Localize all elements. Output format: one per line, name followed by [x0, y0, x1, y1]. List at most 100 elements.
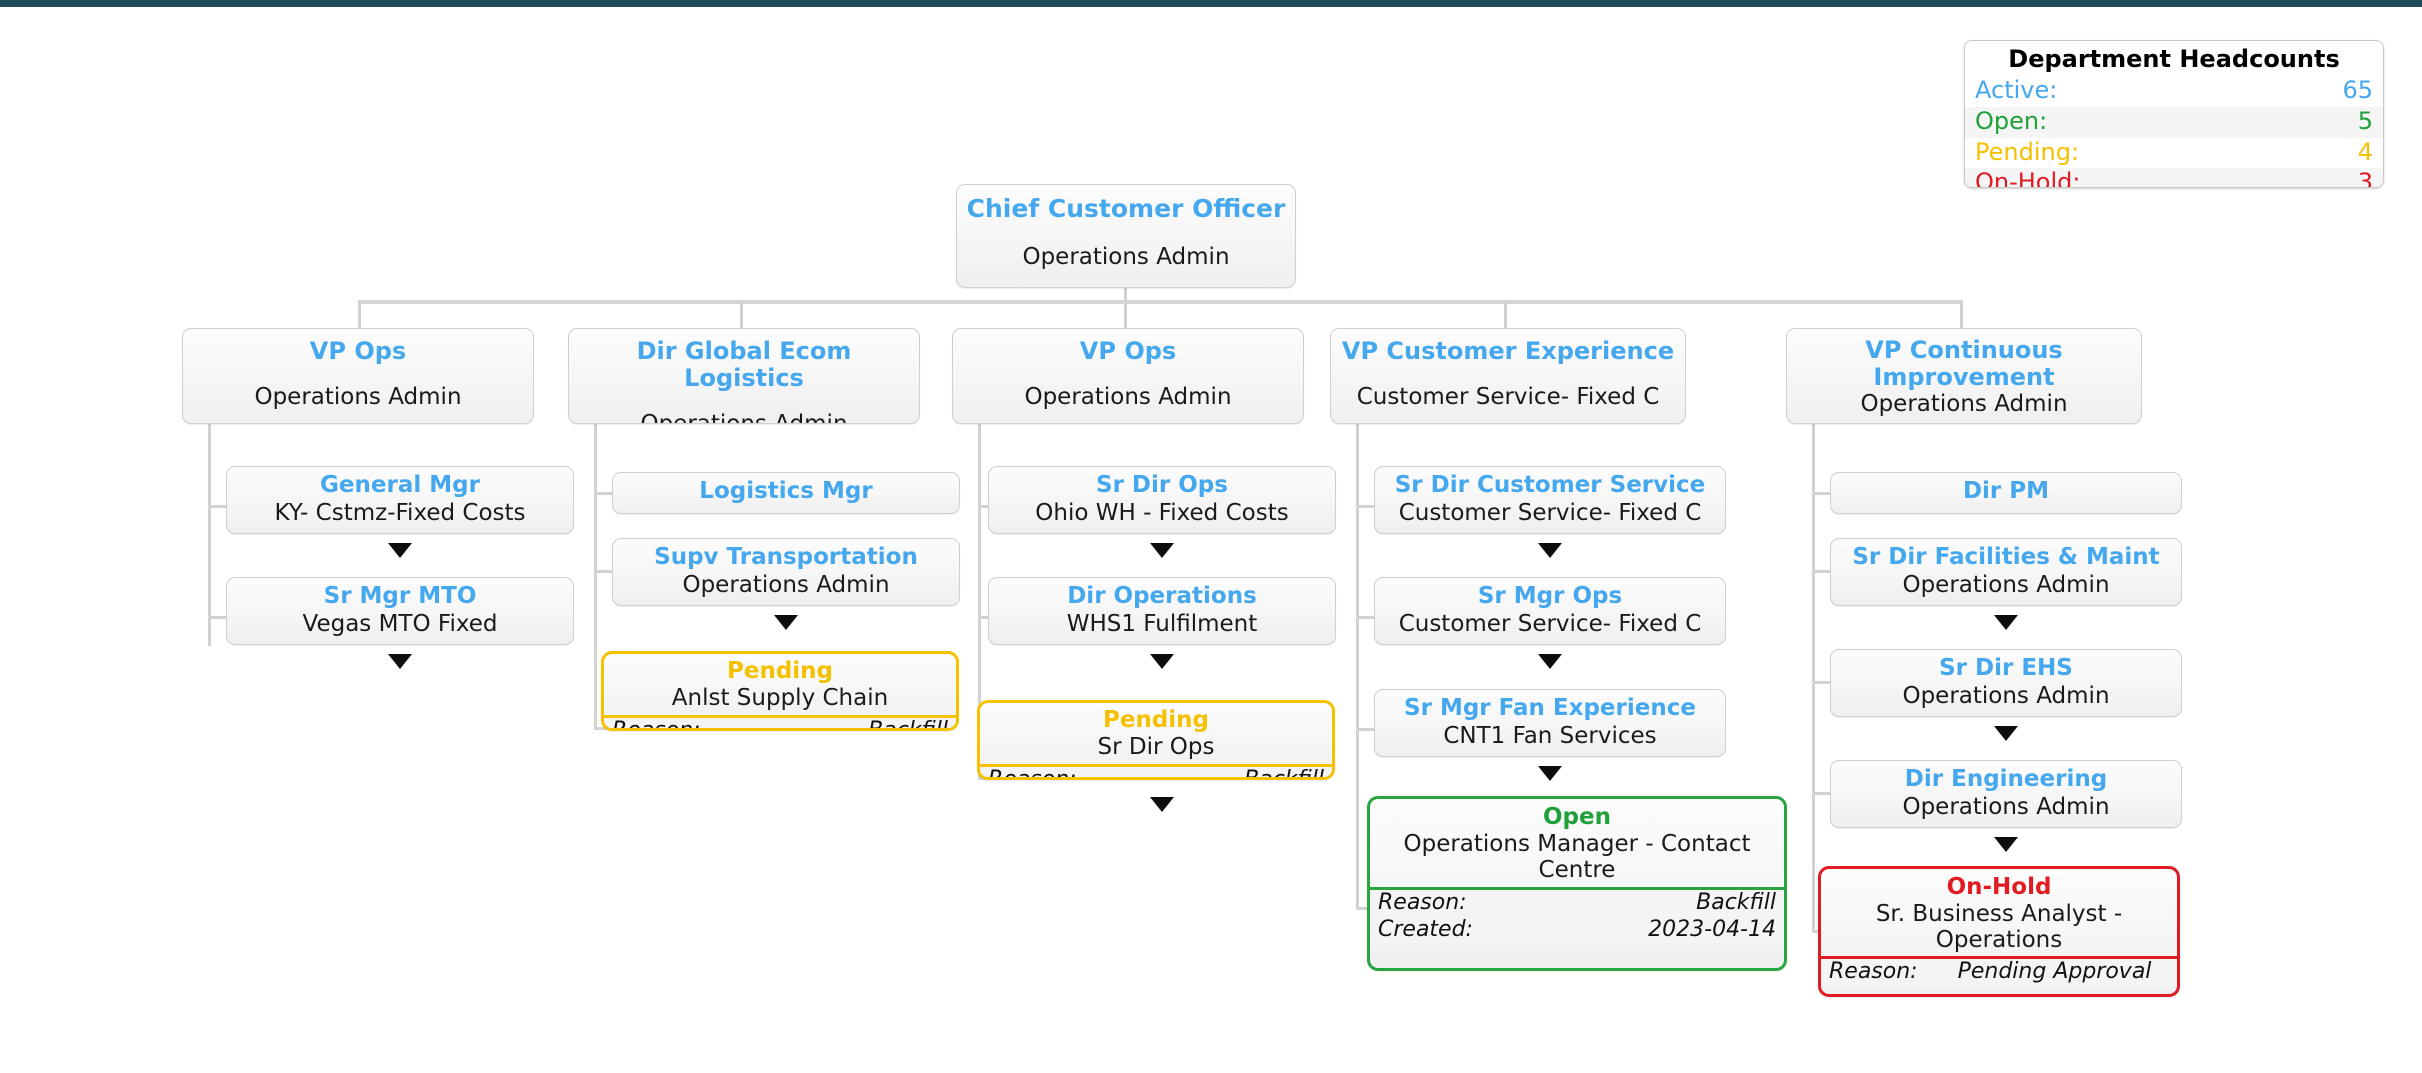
node-general-mgr[interactable]: General Mgr KY- Cstmz-Fixed Costs [226, 466, 574, 534]
connector-drop-4 [1504, 300, 1507, 328]
node-title: Dir Global Ecom Logistics [636, 337, 852, 392]
node-logistics-mgr[interactable]: Logistics Mgr [612, 472, 960, 514]
node-sr-mgr-ops[interactable]: Sr Mgr Ops Customer Service- Fixed C [1374, 577, 1726, 645]
node-meta: Reason: Backfill [604, 714, 956, 731]
node-subtitle: Operations Admin [1024, 383, 1232, 410]
node-subtitle: Operations Admin [1902, 571, 2110, 598]
connector-spine-1 [208, 424, 211, 646]
node-title: Sr Mgr Fan Experience [1404, 695, 1696, 721]
node-title: On-Hold [1946, 874, 2052, 900]
node-onhold-sr-business-analyst[interactable]: On-Hold Sr. Business Analyst - Operation… [1818, 866, 2180, 997]
legend-row-onhold: On-Hold: 3 [1965, 168, 2383, 188]
node-subtitle: Sr. Business Analyst - Operations [1875, 900, 2123, 953]
node-subtitle: Anlst Supply Chain [671, 684, 889, 711]
node-sr-dir-customer-service[interactable]: Sr Dir Customer Service Customer Service… [1374, 466, 1726, 534]
node-vp-ops-2[interactable]: VP Ops Operations Admin [952, 328, 1304, 424]
org-chart-canvas: Chief Customer Officer Operations Admin … [0, 0, 2422, 1073]
meta-value: Backfill [1696, 890, 1776, 916]
arrow-down-icon [774, 615, 798, 630]
node-title: Sr Dir Ops [1096, 472, 1228, 498]
node-title: General Mgr [320, 472, 480, 498]
meta-key: Reason: [612, 717, 701, 731]
node-title: Open [1543, 804, 1611, 830]
node-subtitle: Operations Manager - Contact Centre [1403, 830, 1751, 883]
connector-spine-4 [1356, 424, 1359, 910]
node-subtitle: WHS1 Fulfilment [1066, 610, 1258, 637]
node-title: Sr Dir Customer Service [1394, 472, 1706, 498]
arrow-down-icon [1538, 543, 1562, 558]
node-vp-customer-experience[interactable]: VP Customer Experience Customer Service-… [1330, 328, 1686, 424]
arrow-down-icon [1538, 766, 1562, 781]
meta-row: Reason: Pending Approval [1821, 959, 2177, 986]
node-dir-operations[interactable]: Dir Operations WHS1 Fulfilment [988, 577, 1336, 645]
node-meta: Reason: Backfill Created: 2023-04-14 [1370, 887, 1784, 944]
node-vp-continuous-improvement[interactable]: VP Continuous Improvement Operations Adm… [1786, 328, 2142, 424]
node-subtitle: Operations Admin [1902, 793, 2110, 820]
node-subtitle: Customer Service- Fixed C [1398, 499, 1702, 526]
connector-drop-2 [740, 300, 743, 328]
node-title: Pending [1102, 707, 1209, 733]
node-vp-ops-1[interactable]: VP Ops Operations Admin [182, 328, 534, 424]
arrow-down-icon [1994, 615, 2018, 630]
node-title: VP Ops [309, 337, 407, 365]
node-subtitle: Customer Service- Fixed C [1356, 383, 1660, 410]
node-title: Logistics Mgr [699, 478, 873, 504]
connector-drop-1 [358, 300, 361, 328]
node-meta: Reason: Backfill [980, 763, 1332, 780]
connector-drop-3 [1124, 300, 1127, 328]
node-title: VP Ops [1079, 337, 1177, 365]
node-title: Sr Mgr MTO [323, 583, 477, 609]
meta-row: Reason: Backfill [604, 717, 956, 731]
arrow-down-icon [1150, 797, 1174, 812]
legend-row-active: Active: 65 [1965, 76, 2383, 107]
node-sr-dir-ops[interactable]: Sr Dir Ops Ohio WH - Fixed Costs [988, 466, 1336, 534]
connector-spine-5 [1812, 424, 1815, 932]
node-title: VP Continuous Improvement [1865, 336, 2063, 391]
node-subtitle: Operations Admin [1902, 682, 2110, 709]
node-subtitle: Operations Admin [254, 383, 462, 410]
node-title: Sr Dir EHS [1939, 655, 2073, 681]
node-title: Supv Transportation [654, 544, 918, 570]
arrow-down-icon [1538, 654, 1562, 669]
node-subtitle: Operations Admin [1860, 390, 2068, 417]
node-sr-mgr-fan-experience[interactable]: Sr Mgr Fan Experience CNT1 Fan Services [1374, 689, 1726, 757]
legend-value: 5 [2357, 106, 2373, 135]
node-open-operations-manager[interactable]: Open Operations Manager - Contact Centre… [1367, 796, 1787, 971]
node-title: Pending [726, 658, 833, 684]
node-subtitle: CNT1 Fan Services [1443, 722, 1657, 749]
legend-value: 3 [2357, 168, 2373, 188]
node-pending-sr-dir-ops[interactable]: Pending Sr Dir Ops Reason: Backfill [977, 700, 1335, 780]
node-title: Sr Dir Facilities & Maint [1852, 544, 2160, 570]
node-subtitle: Operations Admin [1022, 244, 1230, 270]
meta-key: Reason: [1378, 890, 1467, 916]
arrow-down-icon [1994, 837, 2018, 852]
arrow-down-icon [1994, 726, 2018, 741]
arrow-down-icon [1150, 543, 1174, 558]
meta-key: Reason: [988, 766, 1077, 780]
node-pending-anlst-supply-chain[interactable]: Pending Anlst Supply Chain Reason: Backf… [601, 651, 959, 731]
legend-label: Pending: [1975, 137, 2080, 166]
node-title: Dir Operations [1067, 583, 1257, 609]
legend-value: 65 [2342, 76, 2373, 104]
node-supv-transportation[interactable]: Supv Transportation Operations Admin [612, 538, 960, 606]
meta-value: Backfill [1244, 766, 1324, 780]
node-subtitle: Operations Admin [682, 571, 890, 598]
meta-value: Pending Approval [1957, 959, 2152, 985]
department-headcounts-legend: Department Headcounts Active: 65 Open: 5… [1964, 40, 2384, 188]
node-subtitle: Ohio WH - Fixed Costs [1035, 499, 1289, 526]
node-dir-global-ecom-logistics[interactable]: Dir Global Ecom Logistics Operations Adm… [568, 328, 920, 424]
node-sr-dir-facilities-maint[interactable]: Sr Dir Facilities & Maint Operations Adm… [1830, 538, 2182, 606]
node-dir-pm[interactable]: Dir PM [1830, 472, 2182, 514]
meta-row: Created: 2023-04-14 [1370, 916, 1784, 944]
node-title: Dir Engineering [1904, 766, 2108, 792]
node-sr-dir-ehs[interactable]: Sr Dir EHS Operations Admin [1830, 649, 2182, 717]
node-dir-engineering[interactable]: Dir Engineering Operations Admin [1830, 760, 2182, 828]
meta-key: Reason: [1829, 959, 1918, 985]
meta-row: Reason: Backfill [1370, 890, 1784, 917]
connector-spine-2 [594, 424, 597, 730]
node-title: Dir PM [1962, 478, 2050, 504]
node-sr-mgr-mto[interactable]: Sr Mgr MTO Vegas MTO Fixed [226, 577, 574, 645]
node-root[interactable]: Chief Customer Officer Operations Admin [956, 184, 1296, 288]
node-subtitle: Operations Admin [640, 410, 848, 424]
arrow-down-icon [388, 543, 412, 558]
